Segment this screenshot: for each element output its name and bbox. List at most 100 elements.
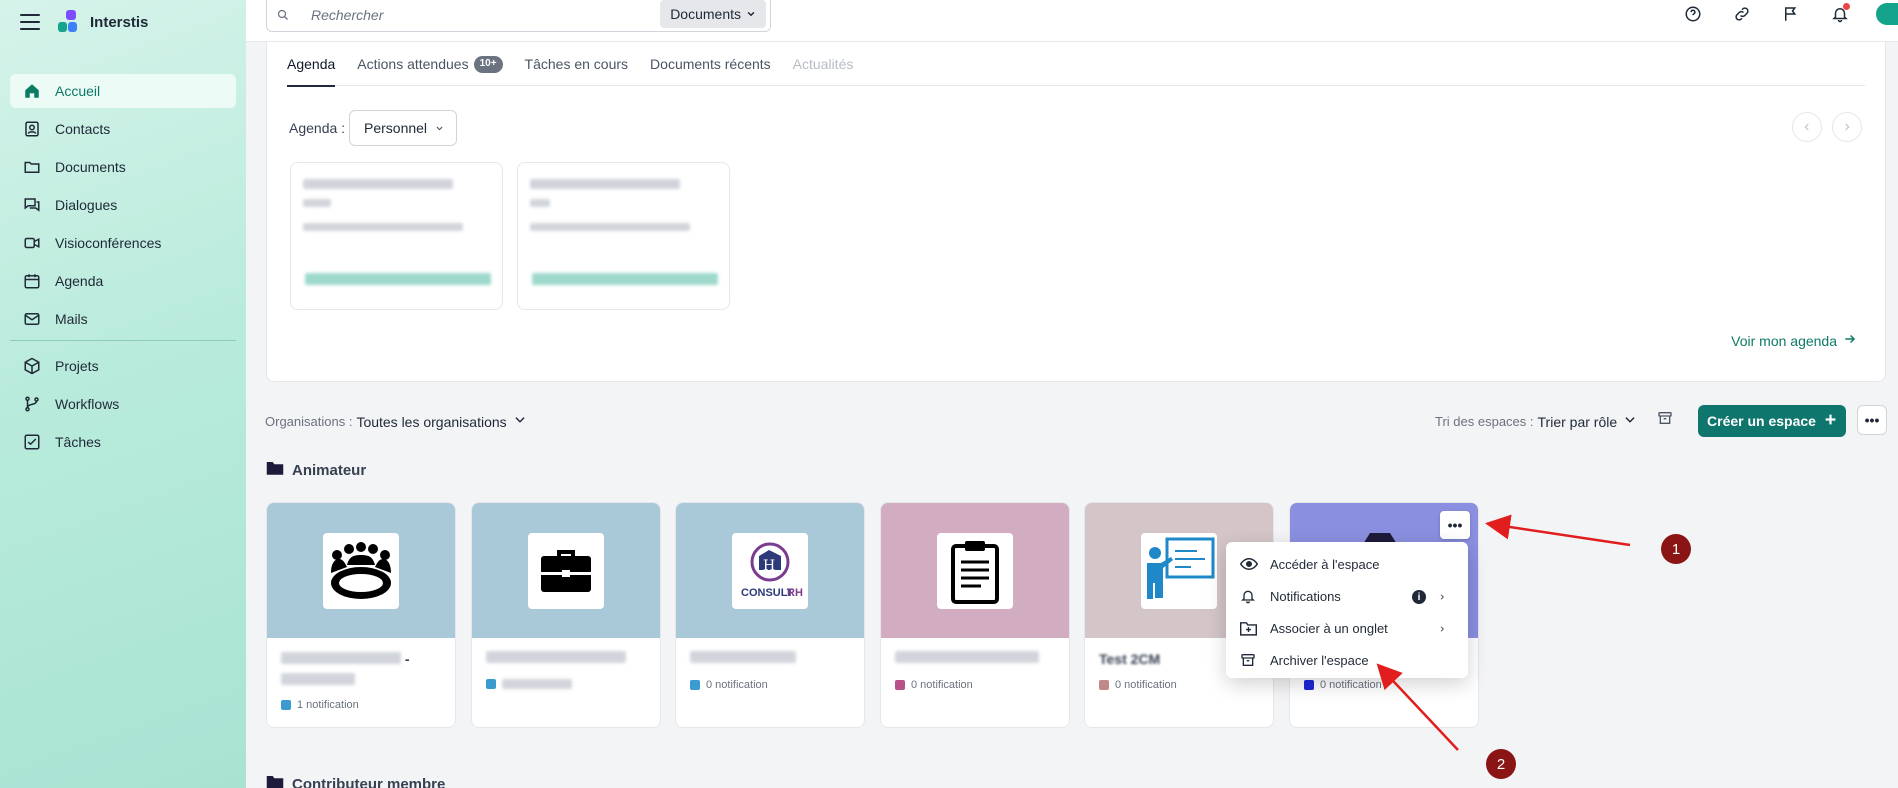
folder-icon	[266, 774, 284, 788]
menu-item-label: Associer à un onglet	[1270, 620, 1388, 636]
search-bar[interactable]: Rechercher Documents	[266, 0, 771, 32]
top-icons	[1655, 0, 1898, 28]
space-banner: H CONSULT RH	[676, 503, 864, 638]
sidebar-item-label: Contacts	[55, 121, 111, 137]
create-space-button[interactable]: Créer un espace	[1698, 405, 1846, 437]
search-scope-select[interactable]: Documents	[660, 0, 766, 28]
home-tabs: Agenda Actions attendues 10+ Tâches en co…	[287, 56, 1865, 87]
search-input[interactable]: Rechercher	[311, 7, 383, 23]
info-icon: i	[1412, 590, 1426, 604]
contacts-icon	[22, 119, 42, 139]
sidebar-item-label: Visioconférences	[55, 235, 162, 251]
sidebar-item-projets[interactable]: Projets	[10, 349, 236, 383]
organisation-filter[interactable]: Organisations : Toutes les organisations	[265, 413, 527, 430]
space-notifications	[486, 679, 572, 689]
clipboard-icon	[951, 540, 999, 604]
agenda-select[interactable]: Personnel	[349, 110, 457, 146]
chevron-right-icon	[1845, 123, 1850, 131]
space-image: H CONSULT RH	[732, 532, 808, 609]
tab-actualites[interactable]: Actualités	[793, 56, 854, 86]
space-card[interactable]: - 1 notification	[266, 502, 456, 728]
annotation-badge-1: 1	[1661, 534, 1691, 564]
prev-button[interactable]	[1792, 112, 1822, 142]
space-notifications: 0 notification	[690, 679, 768, 691]
mail-icon	[22, 309, 42, 329]
tab-label: Tâches en cours	[524, 56, 629, 72]
menu-item-acceder[interactable]: Accéder à l'espace	[1226, 548, 1468, 580]
space-notification-count: 1 notification	[297, 699, 359, 711]
flag-icon[interactable]	[1780, 3, 1802, 25]
space-name: -	[281, 651, 431, 685]
sidebar-divider	[10, 340, 236, 341]
avatar[interactable]	[1876, 3, 1898, 25]
space-card[interactable]	[471, 502, 661, 728]
space-image	[323, 532, 399, 609]
more-options-button[interactable]: •••	[1857, 405, 1887, 435]
tab-documents-recents[interactable]: Documents récents	[650, 56, 771, 86]
section-title: Animateur	[292, 461, 367, 479]
space-name	[895, 651, 1039, 663]
space-name: Test 2CM	[1099, 651, 1160, 667]
space-color-dot	[895, 680, 905, 690]
help-icon[interactable]	[1682, 3, 1704, 25]
sort-filter[interactable]: Tri des espaces : Trier par rôle	[1435, 413, 1637, 430]
space-color-dot	[690, 680, 700, 690]
space-color-dot	[486, 679, 496, 689]
sidebar-item-documents[interactable]: Documents	[10, 150, 236, 184]
space-image	[1141, 532, 1217, 609]
menu-icon[interactable]	[20, 14, 40, 30]
annotation-badge-2: 2	[1486, 749, 1516, 779]
next-button[interactable]	[1832, 112, 1862, 142]
sidebar-item-contacts[interactable]: Contacts	[10, 112, 236, 146]
tab-label: Agenda	[287, 56, 336, 72]
chevron-right-icon	[1438, 590, 1446, 605]
sort-filter-label: Tri des espaces :	[1435, 414, 1534, 429]
more-icon: •••	[1864, 412, 1880, 428]
agenda-select-value: Personnel	[364, 120, 428, 136]
space-card[interactable]: 0 notification	[880, 502, 1070, 728]
agenda-event-card[interactable]	[290, 162, 503, 310]
arrow-right-icon	[1843, 332, 1857, 349]
sidebar-item-mails[interactable]: Mails	[10, 302, 236, 336]
space-name-text: Test 2CM	[1099, 651, 1161, 667]
agenda-label: Agenda :	[289, 120, 346, 136]
link-icon[interactable]	[1731, 3, 1753, 25]
agenda-event-card[interactable]	[517, 162, 730, 310]
space-notification-count: 0 notification	[911, 679, 973, 691]
space-options-button[interactable]: •••	[1440, 511, 1470, 539]
chevron-down-icon	[513, 413, 527, 430]
menu-item-archiver[interactable]: Archiver l'espace	[1226, 644, 1468, 676]
space-card[interactable]: H CONSULT RH 0 notification	[675, 502, 865, 728]
tab-actions-attendues[interactable]: Actions attendues 10+	[357, 56, 503, 86]
sidebar-item-visioconferences[interactable]: Visioconférences	[10, 226, 236, 260]
sidebar-item-label: Workflows	[55, 396, 120, 412]
branch-icon	[22, 394, 42, 414]
tab-taches-en-cours[interactable]: Tâches en cours	[525, 56, 629, 86]
tab-agenda[interactable]: Agenda	[287, 56, 336, 87]
section-animateur: Animateur	[266, 460, 366, 480]
space-notification-count: 0 notification	[1115, 679, 1177, 691]
menu-item-associer[interactable]: Associer à un onglet	[1226, 612, 1468, 644]
chevron-down-icon	[746, 6, 756, 22]
sidebar-item-agenda[interactable]: Agenda	[10, 264, 236, 298]
folder-icon	[266, 460, 284, 480]
space-name	[486, 651, 626, 663]
sidebar-item-accueil[interactable]: Accueil	[10, 74, 236, 108]
menu-item-notifications[interactable]: Notifications i	[1226, 580, 1468, 612]
sidebar-item-taches[interactable]: Tâches	[10, 425, 236, 459]
space-color-dot	[1099, 680, 1109, 690]
menu-item-label: Archiver l'espace	[1270, 652, 1369, 668]
checkbox-icon	[22, 432, 42, 452]
organisation-filter-value: Toutes les organisations	[356, 413, 507, 430]
sidebar-item-dialogues[interactable]: Dialogues	[10, 188, 236, 222]
svg-text:H: H	[763, 558, 775, 574]
voir-agenda-link[interactable]: Voir mon agenda	[1731, 332, 1857, 349]
archive-icon	[1240, 652, 1258, 668]
bell-icon[interactable]	[1829, 3, 1851, 25]
cube-icon	[22, 356, 42, 376]
sidebar-item-workflows[interactable]: Workflows	[10, 387, 236, 421]
sidebar-header: Interstis	[0, 0, 246, 44]
sidebar-item-label: Tâches	[55, 434, 101, 450]
tab-label: Documents récents	[650, 56, 771, 72]
archive-icon[interactable]	[1657, 410, 1673, 431]
